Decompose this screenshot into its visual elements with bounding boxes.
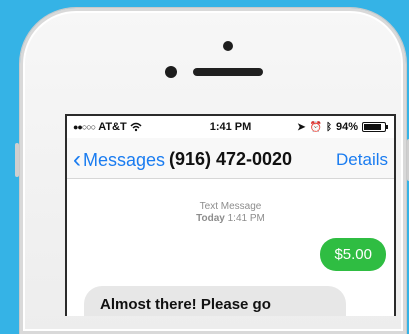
earpiece-speaker <box>193 68 263 76</box>
battery-fill <box>364 124 381 130</box>
sent-message-bubble[interactable]: $5.00 <box>320 238 386 271</box>
proximity-sensor <box>165 66 177 78</box>
battery-icon <box>362 122 388 132</box>
alarm-icon: ⏰ <box>309 121 322 133</box>
battery-percent: 94% <box>335 121 358 133</box>
status-bar: ●●○○○ AT&T 1:41 PM ➤ ⏰ ᛒ 94% <box>67 116 394 138</box>
location-arrow-icon: ➤ <box>297 121 306 133</box>
conversation-nav-bar: ‹ Messages (916) 472-0020 Details <box>67 138 394 179</box>
thread-type-label: Text Message <box>199 201 262 212</box>
thread-time: 1:41 PM <box>227 213 265 224</box>
phone-screen: ●●○○○ AT&T 1:41 PM ➤ ⏰ ᛒ 94% ‹ Messages … <box>65 114 396 316</box>
bluetooth-icon: ᛒ <box>325 121 332 133</box>
phone-frame: ●●○○○ AT&T 1:41 PM ➤ ⏰ ᛒ 94% ‹ Messages … <box>15 8 409 334</box>
details-button[interactable]: Details <box>336 150 388 170</box>
front-camera <box>223 41 233 51</box>
received-message-bubble[interactable]: Almost there! Please go <box>84 286 346 316</box>
thread-day: Today <box>196 213 225 224</box>
phone-side-button-left <box>15 143 19 177</box>
thread-timestamp: Today 1:41 PM <box>67 213 394 225</box>
thread-meta: Text Message Today 1:41 PM <box>67 201 394 225</box>
status-right: ➤ ⏰ ᛒ 94% <box>297 121 388 133</box>
